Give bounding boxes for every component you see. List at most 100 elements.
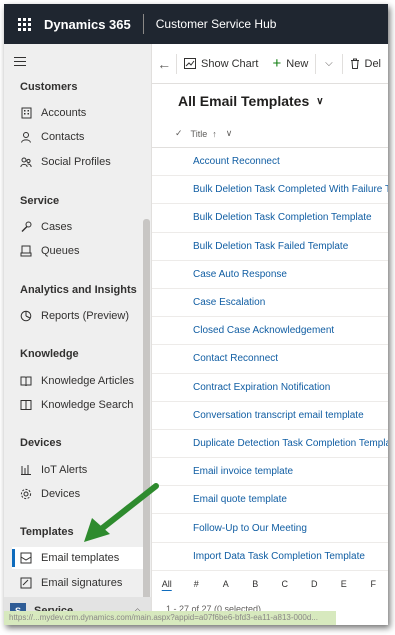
back-arrow-icon[interactable]: ← — [152, 56, 176, 72]
sidebar-item-label: Devices — [41, 488, 81, 500]
record-link[interactable]: Conversation transcript email template — [193, 410, 364, 421]
record-link[interactable]: Email quote template — [193, 494, 287, 505]
sort-ascending-icon: ↑ — [212, 128, 217, 139]
hamburger-menu-icon[interactable] — [14, 57, 26, 69]
new-label: New — [286, 57, 309, 70]
jump-all[interactable]: All — [152, 579, 182, 589]
record-link[interactable]: Case Auto Response — [193, 269, 287, 280]
sidebar-item-label: Queues — [41, 245, 80, 257]
book-search-icon — [20, 399, 32, 411]
sidebar-item-label: Reports (Preview) — [41, 310, 130, 322]
jump-c[interactable]: C — [270, 579, 300, 589]
view-title: All Email Templates — [178, 93, 310, 109]
table-row[interactable]: Bulk Deletion Task Completed With Failur… — [152, 176, 388, 205]
jump-d[interactable]: D — [300, 579, 330, 589]
person-icon — [20, 131, 32, 143]
record-link[interactable]: Contact Reconnect — [193, 353, 278, 364]
reports-icon — [20, 310, 32, 322]
jump-f[interactable]: F — [359, 579, 389, 589]
record-list: Account Reconnect Bulk Deletion Task Com… — [152, 148, 388, 571]
table-row[interactable]: Closed Case Acknowledgement — [152, 317, 388, 346]
jump-e[interactable]: E — [329, 579, 359, 589]
table-row[interactable]: Follow-Up to Our Meeting — [152, 514, 388, 543]
column-menu-chevron-icon[interactable]: ∨ — [226, 128, 233, 139]
column-header-row: ✓ Title ↑ ∨ — [152, 120, 388, 148]
sidebar-item-label: Cases — [41, 221, 73, 233]
show-chart-label: Show Chart — [201, 57, 259, 70]
column-header-title[interactable]: Title — [191, 129, 208, 139]
top-bar: Dynamics 365 Customer Service Hub — [4, 4, 388, 44]
record-link[interactable]: Closed Case Acknowledgement — [193, 325, 334, 336]
record-link[interactable]: Email invoice template — [193, 466, 293, 477]
wrench-icon — [20, 221, 32, 233]
table-row[interactable]: Case Auto Response — [152, 261, 388, 289]
record-link[interactable]: Follow-Up to Our Meeting — [193, 523, 307, 534]
table-row[interactable]: Duplicate Detection Task Completion Temp… — [152, 430, 388, 459]
sidebar-item-knowledge-articles[interactable]: Knowledge Articles — [12, 370, 145, 392]
group-templates: Templates — [20, 526, 74, 538]
sidebar-item-email-signatures[interactable]: Email signatures — [12, 572, 145, 594]
waffle-icon — [17, 17, 31, 31]
sidebar-item-knowledge-search[interactable]: Knowledge Search — [12, 394, 145, 416]
device-icon — [20, 488, 32, 500]
email-template-icon — [20, 552, 32, 564]
table-row[interactable]: Account Reconnect — [152, 148, 388, 177]
table-row[interactable]: Import Data Task Completion Template — [152, 543, 388, 571]
table-row[interactable]: Email invoice template — [152, 458, 388, 487]
sidebar-item-social-profiles[interactable]: Social Profiles — [12, 151, 145, 173]
record-link[interactable]: Contract Expiration Notification — [193, 382, 330, 393]
building-icon — [20, 107, 32, 119]
group-service: Service — [20, 195, 60, 207]
group-knowledge: Knowledge — [20, 348, 79, 360]
jump-b[interactable]: B — [241, 579, 271, 589]
module-name[interactable]: Customer Service Hub — [144, 17, 277, 31]
iot-icon — [20, 464, 32, 476]
delete-label: Del — [364, 57, 382, 70]
record-link[interactable]: Bulk Deletion Task Completed With Failur… — [193, 184, 388, 195]
table-row[interactable]: Contact Reconnect — [152, 345, 388, 374]
table-row[interactable]: Bulk Deletion Task Completion Template — [152, 204, 388, 233]
sidebar-item-label: Email signatures — [41, 577, 123, 589]
record-link[interactable]: Bulk Deletion Task Failed Template — [193, 241, 348, 252]
chevron-down-icon: ∨ — [316, 95, 324, 107]
chevron-down-icon[interactable]: ⌵ — [316, 58, 342, 69]
view-selector[interactable]: All Email Templates ∨ — [178, 93, 324, 109]
sidebar-item-label: Contacts — [41, 131, 85, 143]
app-launcher-button[interactable] — [4, 4, 44, 44]
sidebar-item-label: Knowledge Search — [41, 399, 134, 411]
sidebar-item-queues[interactable]: Queues — [12, 240, 145, 262]
jump-a[interactable]: A — [211, 579, 241, 589]
sidebar-item-accounts[interactable]: Accounts — [12, 102, 145, 124]
app-window: Dynamics 365 Customer Service Hub Custom… — [4, 4, 388, 625]
command-bar: ← Show Chart + New ⌵ Del — [152, 44, 388, 84]
sidebar-item-cases[interactable]: Cases — [12, 216, 145, 238]
annotation-arrow-icon — [84, 483, 159, 542]
chart-icon — [184, 58, 197, 69]
select-all-checkmark-icon[interactable]: ✓ — [175, 128, 183, 139]
new-button[interactable]: + New — [266, 56, 316, 71]
sidebar-item-email-templates[interactable]: Email templates — [12, 547, 145, 569]
sidebar-item-label: IoT Alerts — [41, 464, 88, 476]
sidebar-item-reports[interactable]: Reports (Preview) — [12, 305, 145, 327]
table-row[interactable]: Email quote template — [152, 486, 388, 515]
table-row[interactable]: Conversation transcript email template — [152, 402, 388, 430]
record-link[interactable]: Case Escalation — [193, 297, 265, 308]
table-row[interactable]: Contract Expiration Notification — [152, 374, 388, 402]
delete-button[interactable]: Del — [343, 58, 389, 70]
record-link[interactable]: Import Data Task Completion Template — [193, 551, 365, 562]
table-row[interactable]: Bulk Deletion Task Failed Template — [152, 233, 388, 261]
signature-icon — [20, 577, 32, 589]
sidebar-item-label: Knowledge Articles — [41, 375, 134, 387]
status-bar-url: https://...mydev.crm.dynamics.com/main.a… — [4, 611, 336, 625]
jump-hash[interactable]: # — [182, 579, 212, 589]
trash-icon — [350, 58, 360, 69]
table-row[interactable]: Case Escalation — [152, 289, 388, 318]
main-content: ← Show Chart + New ⌵ Del All Email Templ… — [152, 44, 388, 625]
record-link[interactable]: Bulk Deletion Task Completion Template — [193, 212, 372, 223]
record-link[interactable]: Account Reconnect — [193, 156, 280, 167]
show-chart-button[interactable]: Show Chart — [177, 58, 265, 70]
app-name[interactable]: Dynamics 365 — [44, 17, 143, 32]
record-link[interactable]: Duplicate Detection Task Completion Temp… — [193, 438, 388, 449]
sidebar-item-contacts[interactable]: Contacts — [12, 126, 145, 148]
book-icon — [20, 375, 32, 387]
